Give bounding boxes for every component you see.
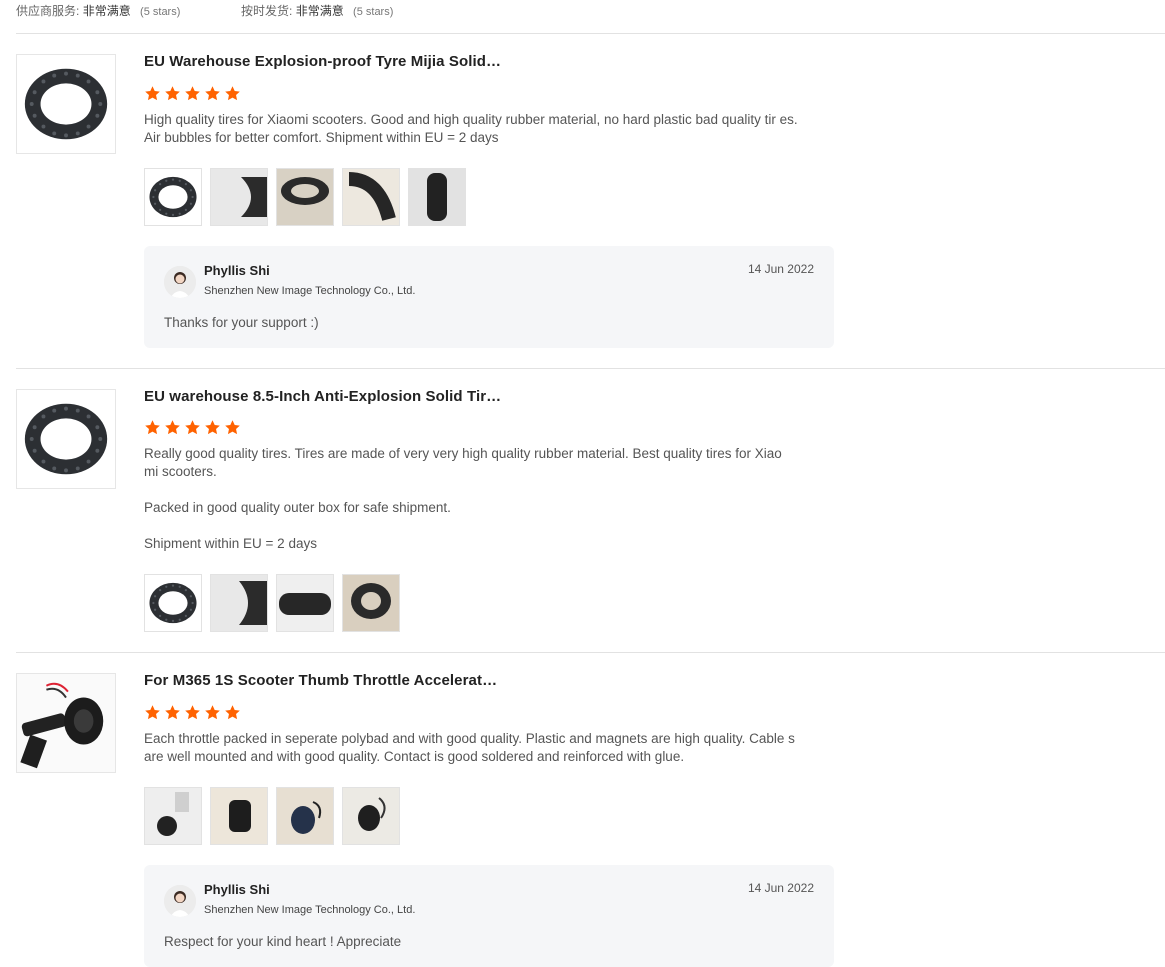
star-icon	[224, 85, 241, 102]
seller-reply: Phyllis Shi Shenzhen New Image Technolog…	[144, 246, 834, 348]
star-icon	[224, 704, 241, 721]
star-icon	[144, 704, 161, 721]
star-icon	[184, 85, 201, 102]
review-photo[interactable]	[342, 574, 400, 632]
star-icon	[204, 419, 221, 436]
star-rating	[144, 85, 241, 103]
product-title[interactable]: For M365 1S Scooter Thumb Throttle Accel…	[144, 672, 497, 689]
tire-image	[17, 55, 115, 153]
star-icon	[164, 419, 181, 436]
review-photo[interactable]	[144, 787, 202, 845]
review-text: Each throttle packed in seperate polybad…	[144, 730, 799, 766]
avatar	[164, 885, 196, 917]
supplier-service-rating: 供应商服务: 非常满意 (5 stars)	[16, 2, 180, 19]
star-icon	[224, 419, 241, 436]
review-photo[interactable]	[210, 574, 268, 632]
review-photo[interactable]	[210, 168, 268, 226]
divider	[16, 652, 1165, 653]
shipping-label: 按时发货:	[241, 4, 293, 18]
divider	[16, 33, 1165, 34]
review-paragraph: Shipment within EU = 2 days	[144, 536, 317, 551]
supplier-service-stars: (5 stars)	[140, 6, 181, 18]
review-photos	[144, 787, 400, 845]
throttle-image	[17, 674, 115, 772]
star-icon	[184, 704, 201, 721]
star-rating	[144, 419, 241, 437]
review-paragraph: High quality tires for Xiaomi scooters. …	[144, 112, 798, 145]
star-icon	[164, 85, 181, 102]
review-paragraph: Each throttle packed in seperate polybad…	[144, 731, 795, 764]
product-title[interactable]: EU Warehouse Explosion-proof Tyre Mijia …	[144, 53, 501, 70]
star-icon	[164, 704, 181, 721]
product-title[interactable]: EU warehouse 8.5-Inch Anti-Explosion Sol…	[144, 388, 501, 405]
review-photo[interactable]	[144, 574, 202, 632]
review-text: Really good quality tires. Tires are mad…	[144, 445, 799, 553]
review-photo[interactable]	[276, 168, 334, 226]
star-icon	[184, 419, 201, 436]
review-photo[interactable]	[276, 787, 334, 845]
review-paragraph: Packed in good quality outer box for saf…	[144, 500, 451, 515]
product-image[interactable]	[16, 389, 116, 489]
reply-company: Shenzhen New Image Technology Co., Ltd.	[204, 285, 416, 297]
product-image[interactable]	[16, 54, 116, 154]
tire-image	[17, 390, 115, 488]
reply-date: 14 Jun 2022	[747, 881, 814, 895]
review-paragraph: Really good quality tires. Tires are mad…	[144, 446, 782, 479]
review-photos	[144, 574, 400, 632]
reply-company: Shenzhen New Image Technology Co., Ltd.	[204, 904, 416, 916]
star-icon	[204, 85, 221, 102]
review-photo[interactable]	[276, 574, 334, 632]
review-photo[interactable]	[408, 168, 466, 226]
supplier-service-value: 非常满意	[82, 4, 131, 18]
seller-reply: Phyllis Shi Shenzhen New Image Technolog…	[144, 865, 834, 967]
review-photo[interactable]	[342, 787, 400, 845]
reply-author-name: Phyllis Shi	[204, 263, 270, 278]
avatar	[164, 266, 196, 298]
star-icon	[144, 419, 161, 436]
star-icon	[144, 85, 161, 102]
supplier-service-label: 供应商服务:	[16, 4, 80, 18]
review-photo[interactable]	[210, 787, 268, 845]
star-rating	[144, 704, 241, 722]
shipping-value: 非常满意	[295, 4, 344, 18]
review-photo[interactable]	[342, 168, 400, 226]
reply-date: 14 Jun 2022	[747, 262, 814, 276]
reply-text: Thanks for your support :)	[164, 315, 319, 330]
review-photos	[144, 168, 466, 226]
product-image[interactable]	[16, 673, 116, 773]
reply-author-name: Phyllis Shi	[204, 882, 270, 897]
review-text: High quality tires for Xiaomi scooters. …	[144, 111, 799, 147]
shipping-rating: 按时发货: 非常满意 (5 stars)	[241, 2, 393, 19]
reply-text: Respect for your kind heart ! Appreciate	[164, 934, 402, 949]
divider	[16, 368, 1165, 369]
shipping-stars: (5 stars)	[353, 6, 394, 18]
star-icon	[204, 704, 221, 721]
review-photo[interactable]	[144, 168, 202, 226]
